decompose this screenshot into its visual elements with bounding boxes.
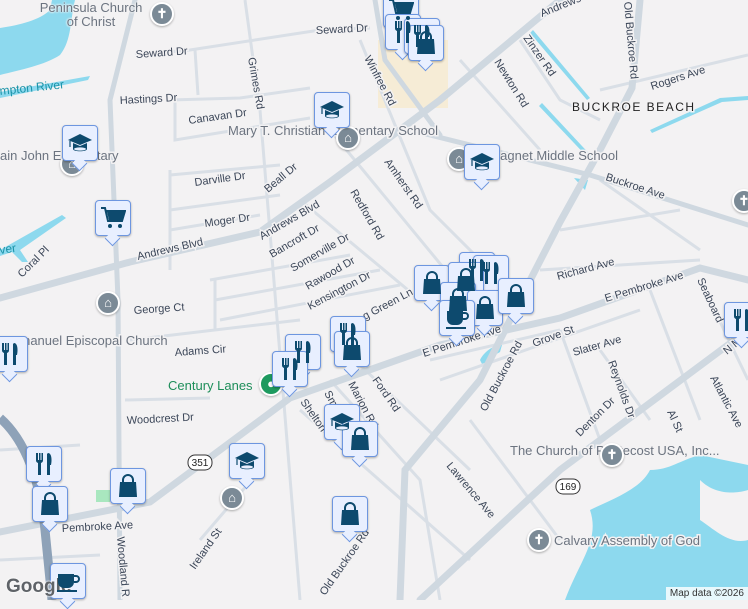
school-marker[interactable] [464, 144, 500, 180]
water-label: mpton River [0, 77, 65, 98]
route-shield-351: 351 [187, 454, 213, 471]
church-pin-icon[interactable]: ✝ [600, 443, 624, 467]
store-marker[interactable] [342, 421, 378, 457]
street-label: Moger Dr [204, 212, 251, 230]
church-pin-icon[interactable]: ✝ [150, 2, 174, 26]
store-marker[interactable] [334, 331, 370, 367]
svg-text:169: 169 [560, 482, 577, 493]
water-label: ver [0, 241, 17, 257]
fork-icon [0, 341, 23, 367]
school-pin-icon[interactable]: ⌂ [96, 291, 120, 315]
fork-icon [478, 260, 504, 286]
cup-icon [55, 568, 81, 594]
restaurant-marker[interactable] [724, 302, 748, 338]
restaurant-marker[interactable] [0, 336, 28, 372]
street-label: Atlantic Ave [707, 374, 744, 430]
store-marker[interactable] [32, 486, 68, 522]
svg-text:351: 351 [192, 458, 209, 469]
school-icon [234, 448, 260, 474]
fork-icon [729, 307, 748, 333]
street-label: Pembroke Ave [62, 519, 134, 535]
store-marker[interactable] [110, 468, 146, 504]
bag-icon [37, 491, 63, 517]
cup-icon [444, 305, 470, 331]
bag-icon [472, 295, 498, 321]
bag-icon [115, 473, 141, 499]
store-marker[interactable] [498, 278, 534, 314]
store-marker[interactable] [408, 25, 444, 61]
street-label: George Ct [133, 301, 184, 317]
bag-icon [503, 283, 529, 309]
street-label: E Pembroke Ave [603, 269, 685, 304]
street-label: Woodland R [114, 536, 131, 597]
area-label: BUCKROE BEACH [572, 100, 696, 114]
place-label: Peninsula Church of Christ [39, 0, 143, 29]
street-label: Rogers Ave [649, 64, 707, 93]
street-label: Grimes Rd [245, 56, 266, 110]
street-label: Adams Cir [174, 343, 226, 359]
school-icon [67, 130, 93, 156]
place-label: Calvary Assembly of God [554, 533, 700, 548]
street-label: Ford Rd [370, 375, 403, 414]
school-pin-icon[interactable]: ⌂ [220, 486, 244, 510]
shopping-marker[interactable] [95, 200, 131, 236]
bag-icon [339, 336, 365, 362]
route-shield-169: 169 [555, 478, 581, 495]
street-label: Woodcrest Dr [127, 411, 195, 427]
bag-icon [337, 501, 363, 527]
school-marker[interactable] [62, 125, 98, 161]
park [96, 490, 110, 502]
street-label: Buckroe Ave [604, 171, 666, 201]
restaurant-marker[interactable] [26, 446, 62, 482]
school-pin-icon[interactable]: ⌂ [336, 126, 360, 150]
school-icon [469, 149, 495, 175]
street-label: Hastings Dr [120, 92, 178, 107]
school-icon [319, 97, 345, 123]
street-label: Richard Ave [556, 256, 616, 283]
street-label: Coral Pl [16, 244, 52, 280]
bag-icon [413, 30, 439, 56]
street-label: Redford Rd [347, 188, 386, 243]
store-marker[interactable] [332, 496, 368, 532]
school-marker[interactable] [314, 92, 350, 128]
bag-icon [419, 270, 445, 296]
street-label: Grove St [531, 324, 576, 350]
street-label: Andrews Blvd [539, 0, 606, 20]
street-label: Al St [664, 408, 685, 434]
bag-icon [347, 426, 373, 452]
fork-icon [31, 451, 57, 477]
restaurant-marker[interactable] [272, 351, 308, 387]
cafe-marker[interactable] [439, 300, 475, 336]
map-attribution[interactable]: Map data ©2026 [665, 587, 748, 600]
street-label: Seward Dr [135, 45, 188, 61]
cart-icon [100, 205, 126, 231]
fork-icon [277, 356, 303, 382]
street-label: Slater Ave [572, 334, 623, 359]
street-label: Seward Dr [316, 22, 369, 37]
church-pin-icon[interactable]: ✝ [527, 528, 551, 552]
street-label: Seaboard [694, 276, 725, 324]
cafe-marker[interactable] [50, 563, 86, 599]
store-marker[interactable] [467, 290, 503, 326]
place-label: Century Lanes [168, 378, 253, 393]
school-marker[interactable] [229, 443, 265, 479]
